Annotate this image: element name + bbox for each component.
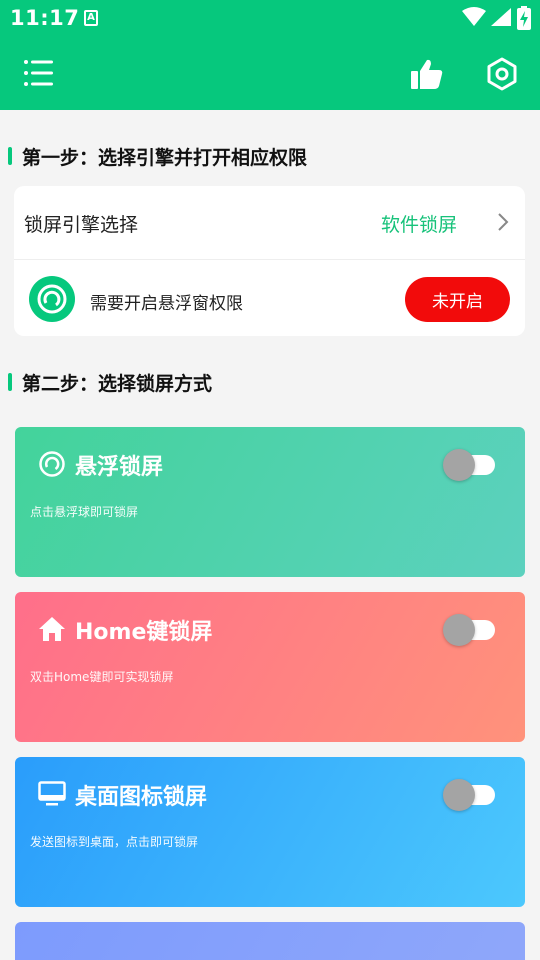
permission-button[interactable]: 未开启	[405, 277, 510, 322]
monitor-icon	[38, 781, 66, 806]
section-accent-bar	[8, 147, 12, 165]
float-lock-desc: 点击悬浮球即可锁屏	[30, 505, 139, 519]
permission-row: 需要开启悬浮窗权限 未开启	[14, 261, 525, 336]
app-header: 11:17 A	[0, 0, 540, 110]
like-button[interactable]	[408, 55, 446, 93]
settings-button[interactable]	[484, 55, 520, 93]
float-lock-title: 悬浮锁屏	[75, 455, 164, 480]
step1-heading: 第一步：选择引擎并打开相应权限	[8, 144, 308, 169]
signal-icon	[491, 8, 511, 26]
hexagon-settings-icon	[487, 57, 517, 91]
status-bar: 11:17 A	[0, 0, 540, 36]
float-ball-icon	[37, 284, 67, 314]
home-lock-desc: 双击Home键即可实现锁屏	[30, 670, 174, 684]
home-lock-toggle[interactable]	[443, 614, 495, 646]
desktop-lock-desc: 发送图标到桌面，点击即可锁屏	[30, 835, 199, 849]
float-ball-icon	[39, 451, 65, 477]
desktop-lock-toggle[interactable]	[443, 779, 495, 811]
desktop-lock-card[interactable]: 桌面图标锁屏 发送图标到桌面，点击即可锁屏	[15, 757, 525, 907]
float-lock-card[interactable]: 悬浮锁屏 点击悬浮球即可锁屏	[15, 427, 525, 577]
engine-value: 软件锁屏	[380, 214, 457, 236]
section-accent-bar	[8, 373, 12, 391]
home-lock-title: Home键锁屏	[75, 620, 213, 645]
status-time: 11:17	[10, 6, 80, 30]
step2-heading: 第二步：选择锁屏方式	[8, 370, 213, 395]
wifi-icon	[462, 7, 486, 26]
menu-button[interactable]	[20, 55, 56, 91]
toggle-knob	[443, 449, 475, 481]
notification-icon: A	[84, 10, 98, 26]
card-icon	[37, 779, 67, 809]
home-icon	[39, 617, 65, 641]
chevron-right-icon	[498, 213, 509, 231]
step2-title: 第二步：选择锁屏方式	[22, 372, 213, 395]
card-icon	[37, 614, 67, 644]
engine-panel: 锁屏引擎选择 软件锁屏 需要开启悬浮窗权限 未开启	[14, 186, 525, 336]
next-lock-card[interactable]	[15, 922, 525, 960]
engine-label: 锁屏引擎选择	[24, 214, 139, 236]
card-icon	[37, 449, 67, 479]
toggle-knob	[443, 779, 475, 811]
step1-title: 第一步：选择引擎并打开相应权限	[22, 146, 308, 169]
engine-select-row[interactable]: 锁屏引擎选择 软件锁屏	[14, 186, 525, 260]
home-lock-card[interactable]: Home键锁屏 双击Home键即可实现锁屏	[15, 592, 525, 742]
permission-text: 需要开启悬浮窗权限	[90, 294, 243, 314]
desktop-lock-title: 桌面图标锁屏	[75, 785, 208, 810]
battery-icon	[517, 6, 531, 30]
toggle-knob	[443, 614, 475, 646]
permission-icon	[29, 276, 75, 322]
thumbs-up-icon	[411, 59, 443, 89]
menu-icon	[24, 60, 53, 86]
float-lock-toggle[interactable]	[443, 449, 495, 481]
